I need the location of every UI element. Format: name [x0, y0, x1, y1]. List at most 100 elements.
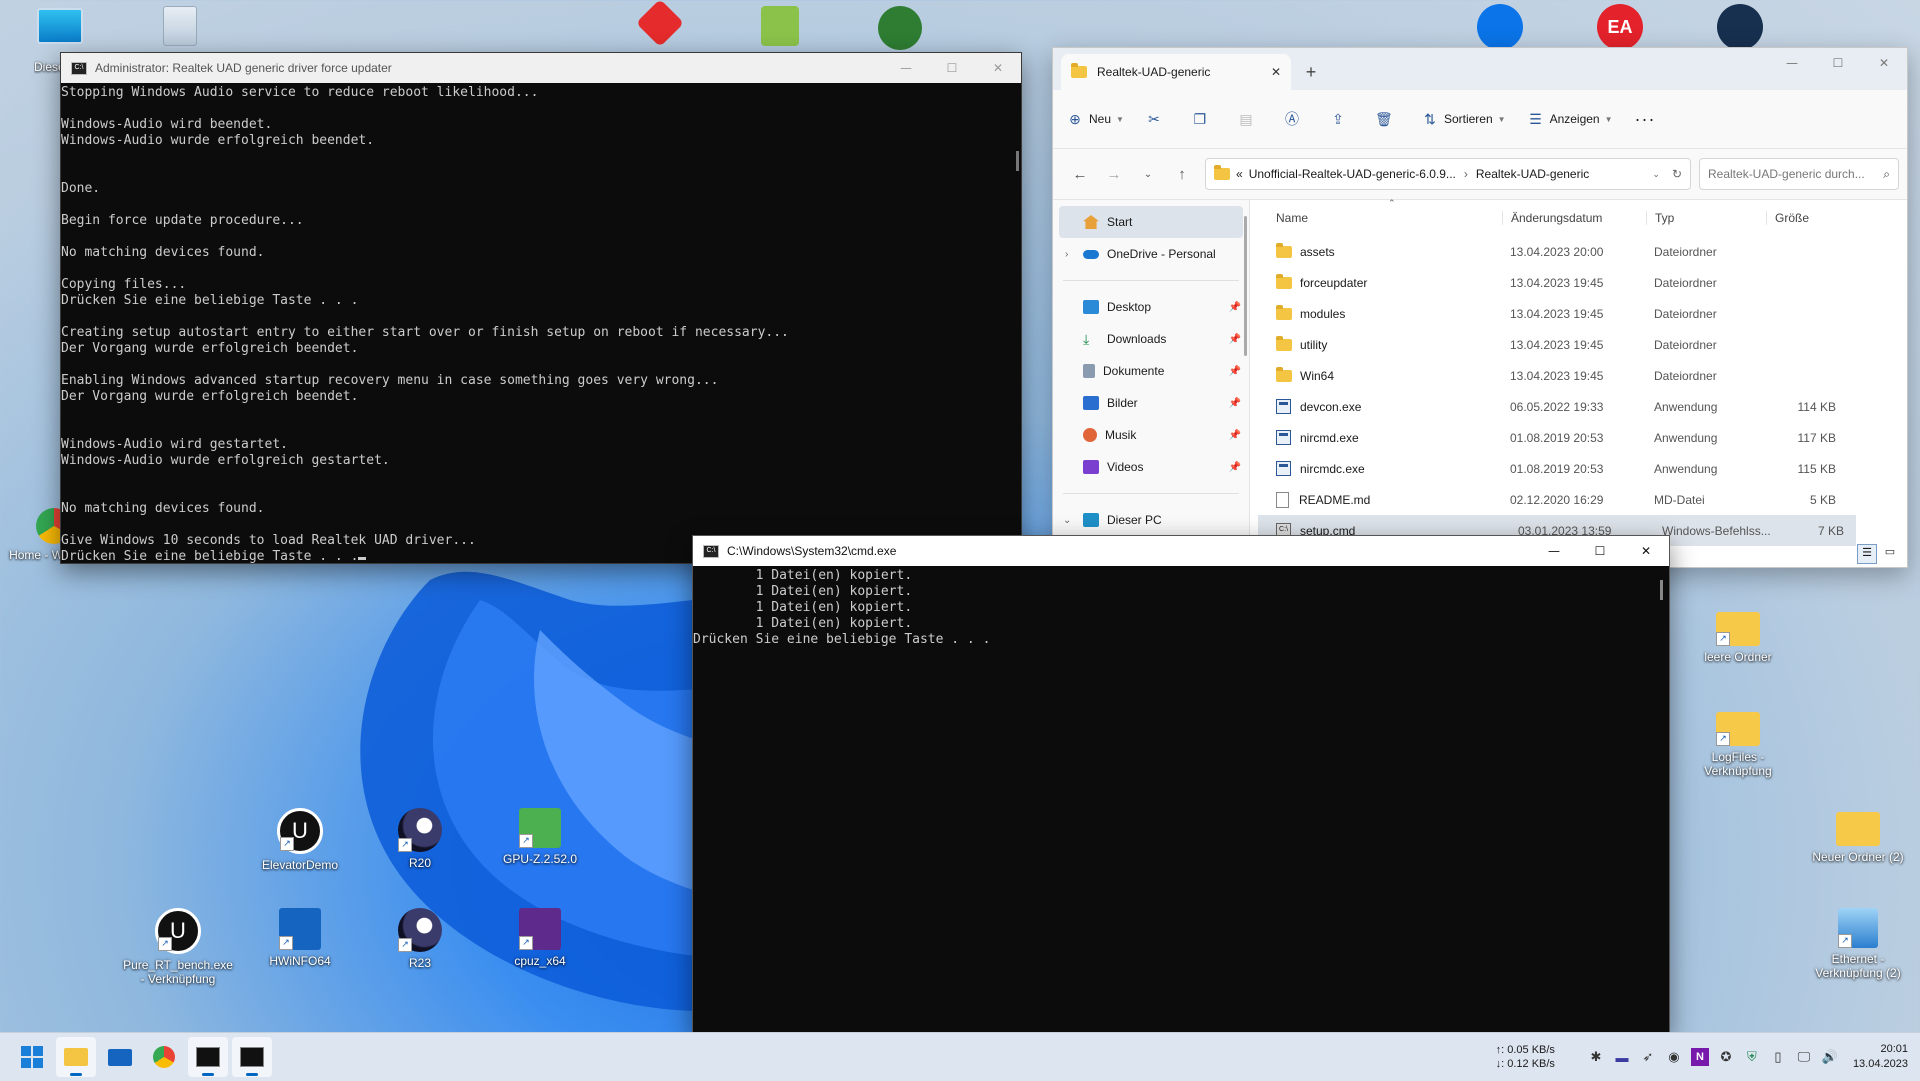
- display-icon[interactable]: ▬: [1613, 1048, 1631, 1066]
- sidebar-item-start[interactable]: Start: [1059, 206, 1243, 238]
- share-button[interactable]: ⇪: [1330, 111, 1352, 127]
- address-bar[interactable]: « Unofficial-Realtek-UAD-generic-6.0.9..…: [1205, 158, 1691, 190]
- column-header-size[interactable]: Größe: [1766, 211, 1840, 225]
- recent-locations-button[interactable]: ⌄: [1131, 169, 1165, 180]
- maximize-button[interactable]: ☐: [1815, 48, 1861, 78]
- file-row[interactable]: devcon.exe 06.05.2022 19:33 Anwendung 114 K…: [1250, 391, 1907, 422]
- minimize-button[interactable]: —: [883, 53, 929, 83]
- more-options-button[interactable]: ···: [1635, 109, 1656, 130]
- desktop-icon-r23[interactable]: ↗ R23: [372, 908, 468, 970]
- bluetooth-icon[interactable]: ✱: [1587, 1048, 1605, 1066]
- close-tab-icon[interactable]: ✕: [1271, 65, 1281, 79]
- onenote-icon[interactable]: N: [1690, 1048, 1709, 1066]
- steam-tray-icon[interactable]: ◉: [1665, 1048, 1683, 1066]
- maximize-button[interactable]: ☐: [929, 53, 975, 83]
- copy-button[interactable]: ❐: [1192, 111, 1214, 127]
- desktop-icon-gpuz[interactable]: ↗ GPU-Z.2.52.0: [492, 808, 588, 866]
- sort-button[interactable]: ⇅ Sortieren ▼: [1422, 111, 1506, 127]
- security-shield-icon[interactable]: ⛨: [1743, 1048, 1761, 1066]
- cursor-tool-icon[interactable]: ➶: [1639, 1048, 1657, 1066]
- rename-button[interactable]: Ⓐ: [1284, 111, 1306, 127]
- notepad-shortcut-icon[interactable]: [732, 6, 828, 50]
- desktop-icon-logfiles[interactable]: ↗ LogFiles - Verknüpfung: [1690, 712, 1786, 778]
- start-button[interactable]: [12, 1037, 52, 1077]
- taskbar-cmd[interactable]: [232, 1037, 272, 1077]
- file-row[interactable]: utility 13.04.2023 19:45 Dateiordner: [1250, 329, 1907, 360]
- file-row[interactable]: assets 13.04.2023 20:00 Dateiordner: [1250, 236, 1907, 267]
- desktop-icon-neuer-ordner[interactable]: Neuer Ordner (2): [1810, 812, 1906, 864]
- cut-button[interactable]: ✂: [1146, 111, 1168, 127]
- scrollbar[interactable]: [1660, 580, 1663, 600]
- new-button[interactable]: ⊕ Neu ▼: [1067, 111, 1124, 127]
- desktop-icon-leere-ordner[interactable]: ↗ leere Ordner: [1690, 612, 1786, 664]
- file-row[interactable]: README.md 02.12.2020 16:29 MD-Datei 5 KB: [1250, 484, 1907, 515]
- sidebar-item-videos[interactable]: Videos 📌: [1053, 451, 1249, 483]
- battlenet-tray-icon[interactable]: ✪: [1717, 1048, 1735, 1066]
- details-view-button[interactable]: ☰: [1857, 544, 1877, 564]
- xbox-shortcut-icon[interactable]: [852, 6, 948, 54]
- maximize-button[interactable]: ☐: [1577, 536, 1623, 566]
- file-row[interactable]: Win64 13.04.2023 19:45 Dateiordner: [1250, 360, 1907, 391]
- console-window-admin[interactable]: C:\ Administrator: Realtek UAD generic d…: [60, 52, 1022, 564]
- sidebar-item-music[interactable]: Musik 📌: [1053, 419, 1249, 451]
- breadcrumb-item[interactable]: Unofficial-Realtek-UAD-generic-6.0.9...: [1249, 167, 1456, 181]
- sidebar-item-onedrive[interactable]: › OneDrive - Personal: [1053, 238, 1249, 270]
- sidebar-scrollbar[interactable]: [1244, 216, 1247, 356]
- sidebar-item-this-pc[interactable]: ⌄ Dieser PC: [1053, 504, 1249, 536]
- sidebar-item-pictures[interactable]: Bilder 📌: [1053, 387, 1249, 419]
- taskbar-mail[interactable]: [100, 1037, 140, 1077]
- console-titlebar[interactable]: C:\ Administrator: Realtek UAD generic d…: [61, 53, 1021, 83]
- console-output[interactable]: Stopping Windows Audio service to reduce…: [61, 83, 1021, 563]
- breadcrumb-item[interactable]: Realtek-UAD-generic: [1476, 167, 1653, 181]
- search-input[interactable]: Realtek-UAD-generic durch... ⌕: [1699, 158, 1899, 190]
- desktop-icon-cpuz[interactable]: ↗ cpuz_x64: [492, 908, 588, 968]
- network-icon[interactable]: 🖵: [1795, 1048, 1813, 1066]
- volume-icon[interactable]: 🔊: [1821, 1048, 1839, 1066]
- sidebar-item-downloads[interactable]: ⤓ Downloads 📌: [1053, 323, 1249, 355]
- taskbar-explorer[interactable]: [56, 1037, 96, 1077]
- refresh-icon[interactable]: ↻: [1672, 167, 1682, 181]
- anydesk-shortcut-icon[interactable]: [612, 0, 708, 48]
- network-speed-widget[interactable]: ↑: 0.05 KB/s ↓: 0.12 KB/s: [1496, 1043, 1555, 1071]
- file-row[interactable]: modules 13.04.2023 19:45 Dateiordner: [1250, 298, 1907, 329]
- scrollbar[interactable]: [1016, 151, 1019, 171]
- usb-device-icon[interactable]: ▯: [1769, 1048, 1787, 1066]
- view-button[interactable]: ☰ Anzeigen ▼: [1528, 111, 1612, 127]
- tiles-view-button[interactable]: ▭: [1881, 544, 1899, 562]
- desktop-icon-elevatordemo[interactable]: U ↗ ElevatorDemo: [252, 808, 348, 872]
- chevron-down-icon[interactable]: ⌄: [1652, 169, 1660, 180]
- close-button[interactable]: ✕: [975, 53, 1021, 83]
- sidebar-item-documents[interactable]: Dokumente 📌: [1053, 355, 1249, 387]
- overflow-chevron-icon[interactable]: «: [1236, 167, 1243, 181]
- desktop-icon-ethernet[interactable]: ↗ Ethernet - Verknüpfung (2): [1810, 908, 1906, 980]
- delete-button[interactable]: 🗑: [1375, 111, 1398, 127]
- file-row[interactable]: nircmdc.exe 01.08.2019 20:53 Anwendung 115 …: [1250, 453, 1907, 484]
- column-header-name[interactable]: Name: [1250, 211, 1502, 225]
- paste-button[interactable]: ▤: [1238, 111, 1260, 127]
- close-button[interactable]: ✕: [1623, 536, 1669, 566]
- file-row[interactable]: forceupdater 13.04.2023 19:45 Dateiordner: [1250, 267, 1907, 298]
- desktop-icon-r20[interactable]: ↗ R20: [372, 808, 468, 870]
- up-button[interactable]: ↑: [1165, 166, 1199, 183]
- forward-button[interactable]: →: [1097, 166, 1131, 183]
- minimize-button[interactable]: —: [1769, 48, 1815, 78]
- recycle-bin-icon[interactable]: [132, 6, 228, 50]
- back-button[interactable]: ←: [1063, 166, 1097, 183]
- column-header-date[interactable]: Änderungsdatum: [1502, 211, 1646, 225]
- desktop-icon-pure-rt[interactable]: U ↗ Pure_RT_bench.exe - Verknüpfung: [122, 908, 234, 986]
- chevron-right-icon[interactable]: ›: [1065, 249, 1068, 260]
- desktop-icon-hwinfo64[interactable]: ↗ HWiNFO64: [252, 908, 348, 968]
- clock[interactable]: 20:01 13.04.2023: [1853, 1042, 1908, 1072]
- tab-realtek-uad-generic[interactable]: Realtek-UAD-generic ✕: [1061, 54, 1291, 90]
- chevron-down-icon[interactable]: ⌄: [1063, 515, 1071, 526]
- desktop-icon-dieser-pc[interactable]: Dieser PC: [12, 8, 108, 74]
- close-button[interactable]: ✕: [1861, 48, 1907, 78]
- new-tab-button[interactable]: +: [1291, 54, 1331, 90]
- console-window-cmd[interactable]: C:\ C:\Windows\System32\cmd.exe — ☐ ✕ 1 …: [692, 535, 1670, 1034]
- taskbar-chrome[interactable]: [144, 1037, 184, 1077]
- taskbar-cmd-admin[interactable]: [188, 1037, 228, 1077]
- file-row[interactable]: nircmd.exe 01.08.2019 20:53 Anwendung 117 K…: [1250, 422, 1907, 453]
- console-output[interactable]: 1 Datei(en) kopiert. 1 Datei(en) kopiert…: [693, 566, 1669, 1028]
- sidebar-item-desktop[interactable]: Desktop 📌: [1053, 291, 1249, 323]
- minimize-button[interactable]: —: [1531, 536, 1577, 566]
